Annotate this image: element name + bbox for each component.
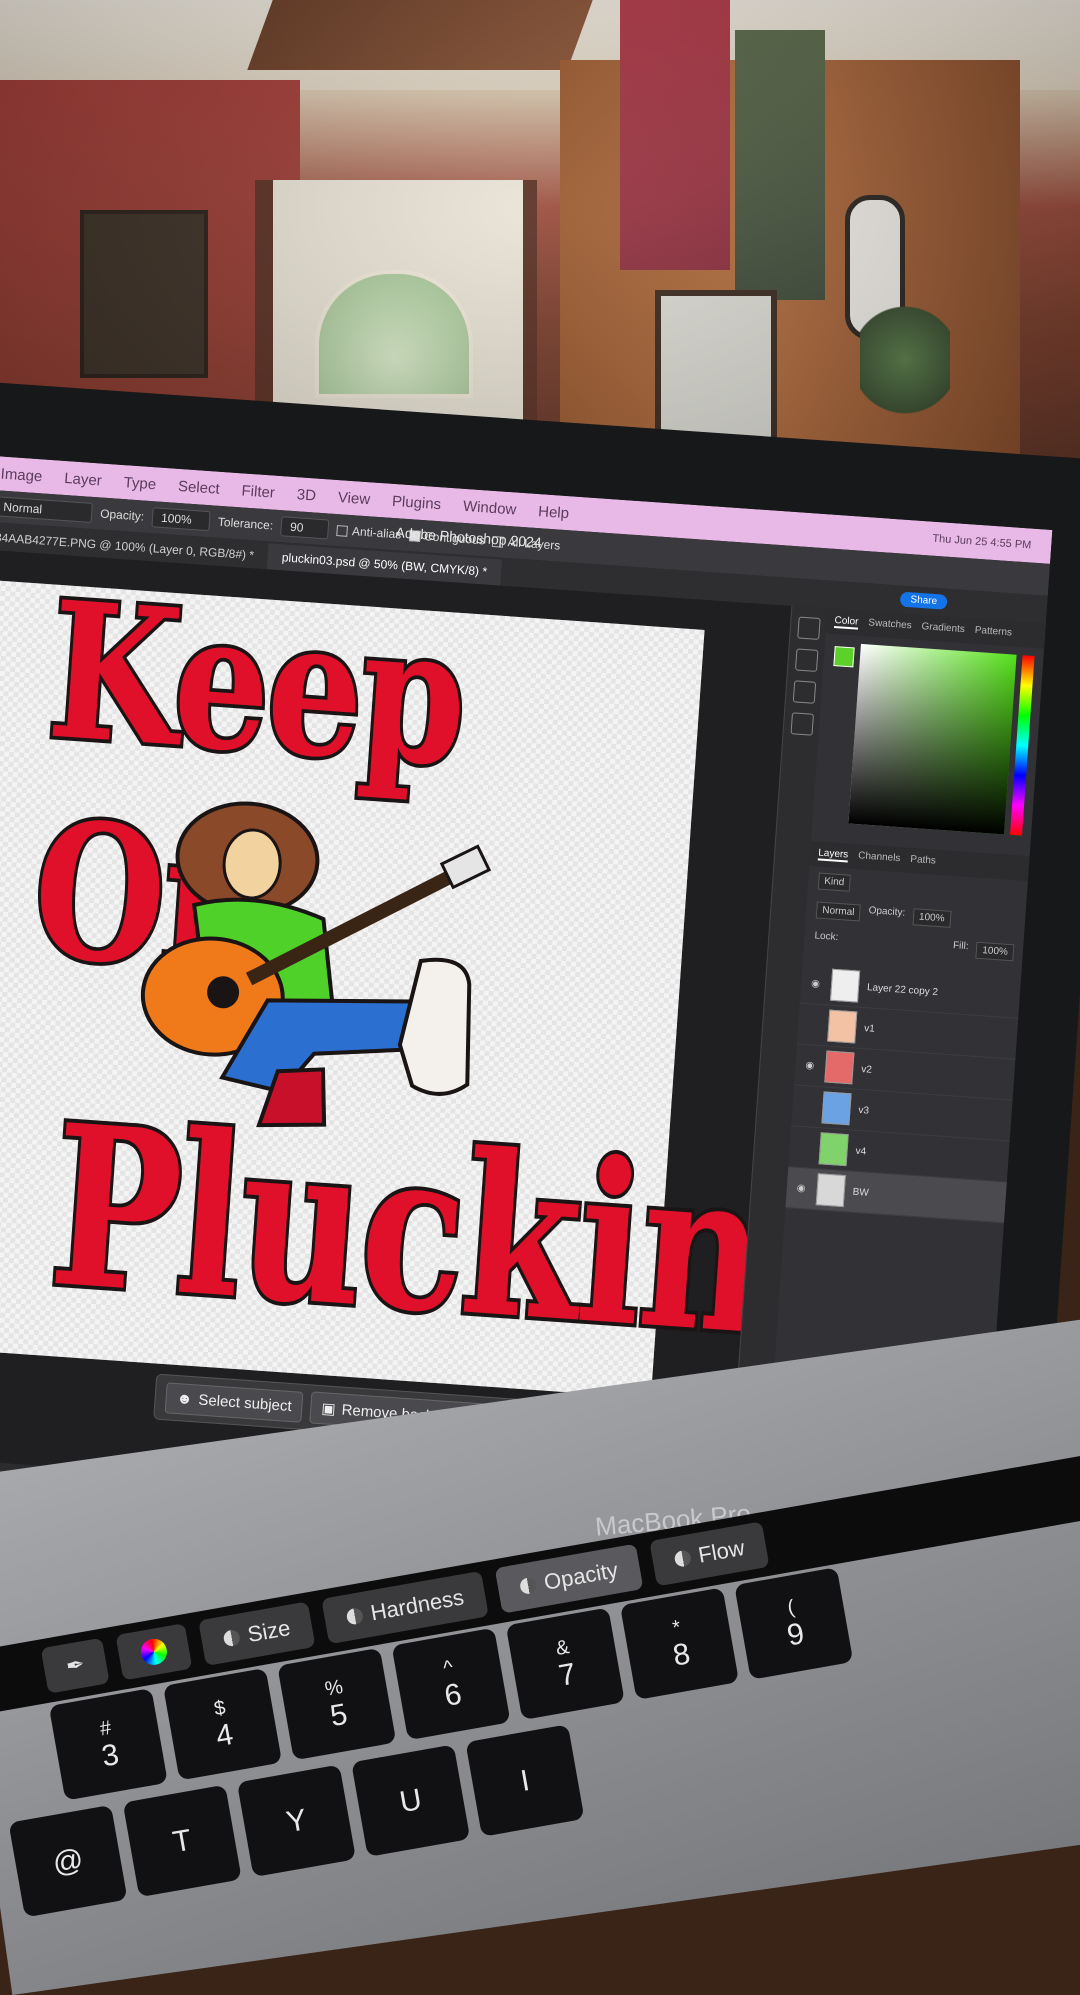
menu-layer[interactable]: Layer [64, 469, 103, 489]
menu-plugins[interactable]: Plugins [391, 492, 441, 512]
tab-swatches[interactable]: Swatches [868, 617, 912, 633]
key-y[interactable]: Y [236, 1764, 357, 1878]
menu-window[interactable]: Window [462, 497, 516, 518]
properties-icon[interactable] [790, 712, 814, 736]
kind-filter-select[interactable]: Kind [817, 872, 851, 892]
layer-name: BW [852, 1186, 870, 1199]
key-4[interactable]: $4 [163, 1667, 283, 1781]
lock-label: Lock: [814, 930, 839, 944]
key-6[interactable]: ^ 6 [391, 1627, 511, 1741]
tab-gradients[interactable]: Gradients [921, 621, 965, 637]
fill-label: Fill: [952, 940, 969, 953]
key-t[interactable]: T [122, 1784, 242, 1898]
layer-name: v2 [860, 1063, 873, 1076]
eye-icon[interactable] [803, 1106, 815, 1107]
app-title: Adobe Photoshop 2024 [395, 524, 543, 551]
layer-thumbnail [827, 1009, 858, 1044]
layer-name: v3 [858, 1104, 870, 1117]
layer-thumbnail [815, 1173, 846, 1208]
image-icon: ▣ [320, 1400, 337, 1419]
menu-select[interactable]: Select [178, 477, 221, 497]
tab-channels[interactable]: Channels [858, 850, 901, 866]
history-icon[interactable] [797, 616, 821, 640]
tab-color[interactable]: Color [834, 615, 859, 630]
menu-help[interactable]: Help [538, 503, 570, 522]
share-button[interactable]: Share [899, 591, 948, 610]
key-i[interactable]: I [465, 1724, 585, 1837]
opacity-field[interactable]: 100% [151, 507, 211, 532]
key-at[interactable]: @ [8, 1804, 128, 1918]
key-7[interactable]: & 7 [505, 1607, 625, 1721]
tab-patterns[interactable]: Patterns [974, 625, 1012, 641]
color-picker [833, 643, 1035, 836]
layer-thumbnail [824, 1050, 855, 1085]
opacity-label: Opacity: [99, 506, 145, 524]
eye-icon[interactable]: ◉ [796, 1182, 809, 1194]
eye-icon[interactable]: ◉ [805, 1060, 818, 1072]
brush-icon: ✒ [64, 1651, 87, 1680]
layer-name: Layer 22 copy 2 [866, 981, 939, 998]
eye-icon[interactable]: ◉ [811, 978, 824, 990]
color-wheel-icon [139, 1636, 170, 1667]
layer-opacity-label: Opacity: [868, 905, 906, 919]
saturation-field[interactable] [848, 643, 1017, 835]
select-subject-button[interactable]: ☻ Select subject [164, 1381, 304, 1423]
menu-view[interactable]: View [337, 489, 370, 508]
canvas-area[interactable]: Keep On Pluckin’ ☻ Select subject ▣ [0, 548, 832, 1514]
eye-icon[interactable] [800, 1147, 812, 1148]
layer-thumbnail [821, 1091, 852, 1126]
art-title-line2: Pluckin’ [40, 1073, 832, 1393]
menu-filter[interactable]: Filter [241, 482, 275, 501]
menu-3d[interactable]: 3D [296, 486, 316, 504]
key-5[interactable]: % 5 [277, 1647, 397, 1761]
layer-name: v1 [863, 1022, 876, 1035]
menu-image[interactable]: Image [0, 465, 43, 485]
foreground-swatch[interactable] [833, 646, 855, 668]
key-3[interactable]: #3 [48, 1688, 168, 1801]
layer-thumbnail [830, 968, 861, 1003]
layer-opacity-field[interactable]: 100% [912, 908, 952, 928]
person-icon: ☻ [176, 1389, 194, 1408]
key-9[interactable]: (9 [734, 1567, 854, 1680]
layer-name: v4 [855, 1145, 867, 1157]
half-circle-icon [345, 1607, 365, 1626]
layer-thumbnail [818, 1132, 849, 1167]
antialias-checkbox[interactable]: Anti-alias [336, 523, 402, 542]
fill-field[interactable]: 100% [975, 941, 1015, 962]
mode-select[interactable]: Normal [0, 496, 93, 523]
touchbar-flow-button[interactable]: Flow [649, 1521, 770, 1587]
tab-layers[interactable]: Layers [817, 847, 849, 863]
eye-icon[interactable] [808, 1024, 820, 1025]
tab-paths[interactable]: Paths [910, 854, 936, 869]
menu-clock[interactable]: Thu Jun 25 4:55 PM [932, 533, 1032, 552]
touchbar-brush-button[interactable]: ✒ [40, 1637, 111, 1694]
layers-list: ◉ Layer 22 copy 2 v1 ◉ v2 v3 v4 ◉ BW [785, 962, 1023, 1224]
half-circle-icon [519, 1576, 538, 1596]
artboard[interactable]: Keep On Pluckin’ [0, 557, 832, 1399]
select-subject-label: Select subject [197, 1391, 293, 1415]
color-icon[interactable] [792, 680, 817, 704]
tolerance-field[interactable]: 90 [280, 516, 330, 540]
menu-type[interactable]: Type [123, 474, 157, 493]
half-circle-icon [673, 1549, 693, 1568]
tolerance-label: Tolerance: [217, 514, 274, 533]
half-circle-icon [222, 1628, 242, 1648]
key-8[interactable]: * 8 [619, 1587, 740, 1700]
touchbar-color-button[interactable] [115, 1623, 193, 1681]
adjustments-icon[interactable] [794, 648, 819, 672]
touchbar-size-button[interactable]: Size [198, 1601, 316, 1666]
blend-mode-select[interactable]: Normal [815, 901, 862, 922]
key-u[interactable]: U [351, 1744, 471, 1857]
